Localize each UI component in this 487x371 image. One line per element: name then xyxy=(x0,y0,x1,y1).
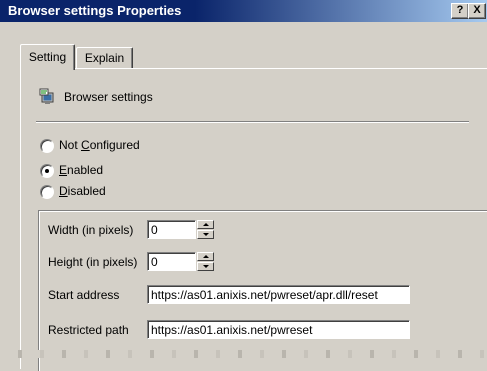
window-title: Browser settings Properties xyxy=(8,3,182,18)
cropped-bottom-edge xyxy=(0,350,487,358)
title-bar[interactable]: Browser settings Properties ? X xyxy=(0,0,487,22)
tab-setting[interactable]: Setting xyxy=(20,44,75,70)
tab-explain[interactable]: Explain xyxy=(76,47,133,69)
close-button[interactable]: X xyxy=(468,3,486,19)
help-button[interactable]: ? xyxy=(451,3,469,19)
tab-panel xyxy=(20,68,487,369)
